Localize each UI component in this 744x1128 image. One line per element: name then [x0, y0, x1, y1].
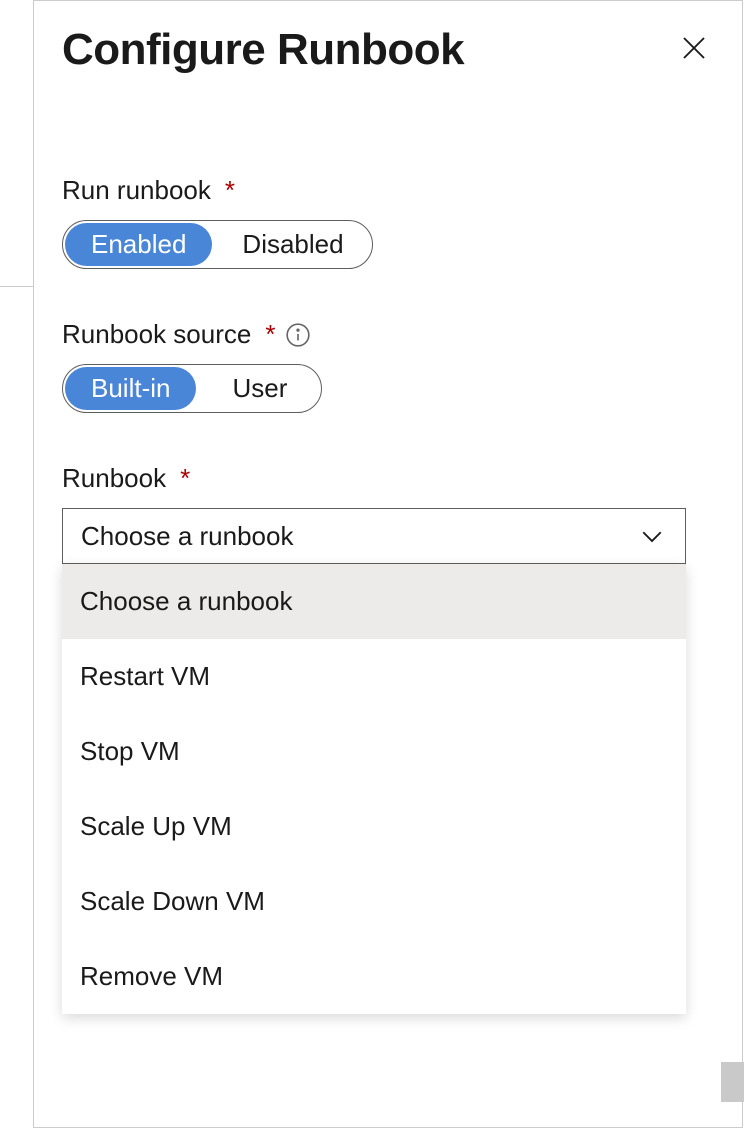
runbook-dropdown-menu: Choose a runbook Restart VM Stop VM Scal…: [62, 564, 686, 1014]
runbook-option-remove-vm[interactable]: Remove VM: [62, 939, 686, 1014]
chevron-down-icon: [637, 521, 667, 551]
runbook-source-label-row: Runbook source *: [62, 319, 714, 350]
scrollbar-thumb[interactable]: [721, 1062, 744, 1102]
runbook-option-stop-vm[interactable]: Stop VM: [62, 714, 686, 789]
runbook-option-restart-vm[interactable]: Restart VM: [62, 639, 686, 714]
run-runbook-enabled-option[interactable]: Enabled: [65, 223, 212, 266]
runbook-option-scale-up-vm[interactable]: Scale Up VM: [62, 789, 686, 864]
close-icon: [679, 33, 709, 68]
required-indicator: *: [180, 463, 190, 494]
required-indicator: *: [265, 319, 275, 350]
runbook-source-user-option[interactable]: User: [198, 365, 321, 412]
run-runbook-disabled-option[interactable]: Disabled: [214, 221, 371, 268]
runbook-dropdown-trigger[interactable]: Choose a runbook: [62, 508, 686, 564]
runbook-label-row: Runbook *: [62, 463, 714, 494]
runbook-field: Runbook * Choose a runbook Choose a runb…: [62, 463, 714, 564]
run-runbook-label-row: Run runbook *: [62, 175, 714, 206]
runbook-label: Runbook: [62, 463, 166, 494]
info-icon[interactable]: [285, 322, 311, 348]
runbook-option-placeholder[interactable]: Choose a runbook: [62, 564, 686, 639]
panel-left-edge: [0, 286, 33, 287]
runbook-source-label: Runbook source: [62, 319, 251, 350]
runbook-source-builtin-option[interactable]: Built-in: [65, 367, 196, 410]
runbook-selected-value: Choose a runbook: [81, 521, 293, 552]
panel-header: Configure Runbook: [62, 25, 714, 75]
runbook-source-field: Runbook source * Built-in User: [62, 319, 714, 413]
panel-title: Configure Runbook: [62, 25, 464, 75]
close-button[interactable]: [674, 30, 714, 70]
run-runbook-toggle: Enabled Disabled: [62, 220, 373, 269]
run-runbook-label: Run runbook: [62, 175, 211, 206]
runbook-option-scale-down-vm[interactable]: Scale Down VM: [62, 864, 686, 939]
configure-runbook-panel: Configure Runbook Run runbook * Enabled …: [33, 0, 743, 1128]
required-indicator: *: [225, 175, 235, 206]
runbook-source-toggle: Built-in User: [62, 364, 322, 413]
runbook-dropdown-container: Choose a runbook Choose a runbook Restar…: [62, 508, 714, 564]
run-runbook-field: Run runbook * Enabled Disabled: [62, 175, 714, 269]
